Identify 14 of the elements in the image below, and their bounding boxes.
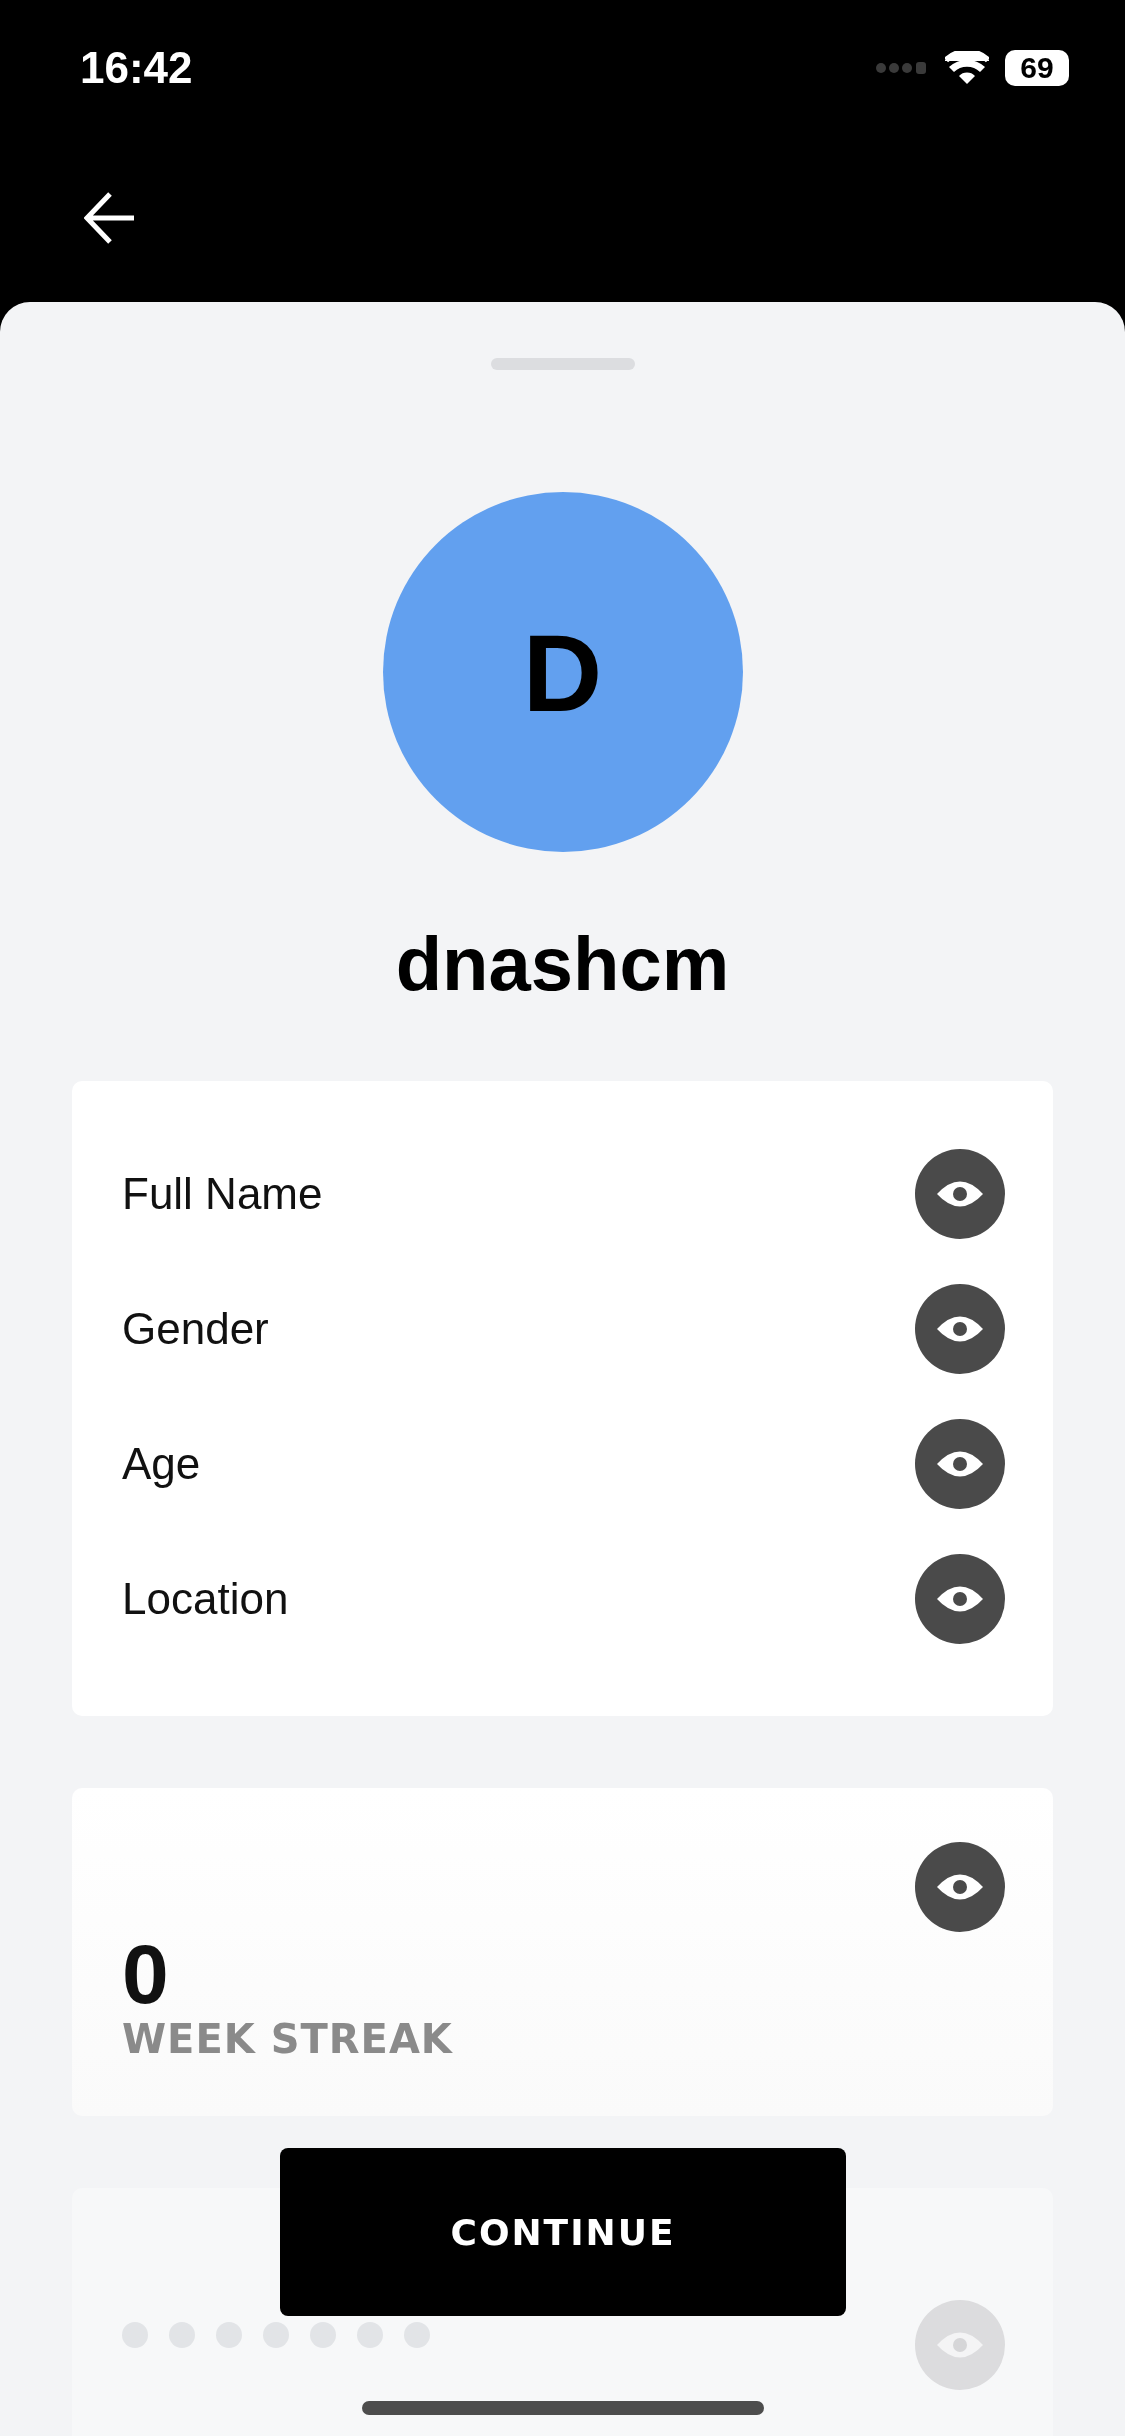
battery-icon: 69 xyxy=(1005,50,1069,86)
back-arrow-icon[interactable] xyxy=(84,190,136,246)
detail-label: Gender xyxy=(122,1304,269,1354)
avatar: D xyxy=(382,492,743,852)
signal-icon xyxy=(875,61,929,75)
streak-label: WEEK STREAK xyxy=(122,2016,453,2062)
continue-button[interactable]: CONTINUE xyxy=(280,2148,846,2316)
detail-label: Age xyxy=(122,1439,201,1489)
detail-label: Full Name xyxy=(122,1169,323,1219)
wifi-icon xyxy=(945,51,989,85)
status-time: 16:42 xyxy=(80,43,193,93)
username: dnashcm xyxy=(395,920,730,1007)
streak-count: 0 xyxy=(122,1932,170,2016)
detail-label: Location xyxy=(122,1574,289,1624)
